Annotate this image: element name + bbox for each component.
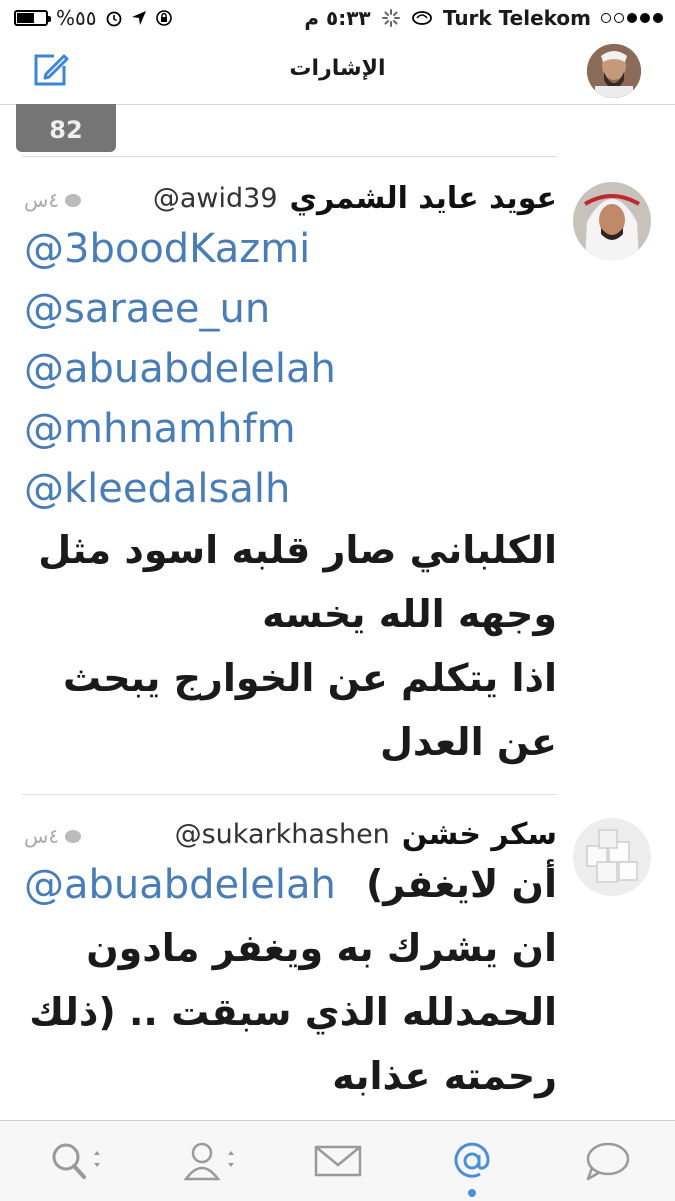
author-name[interactable]: عويد عايد الشمري	[290, 181, 557, 216]
nav-bar: الإشارات	[0, 36, 675, 105]
tweet-text-line: اذا يتكلم عن الخوارج يبحث	[63, 656, 557, 700]
status-bar: %٥٥ ٥:٣٣ م Turk Telekom	[0, 0, 675, 36]
tab-mentions[interactable]	[442, 1139, 502, 1197]
mention-link[interactable]: @mhnamhfm	[24, 406, 296, 452]
author-handle[interactable]: @sukarkhashen	[175, 819, 390, 850]
tweet-text-line: أن لايغفر)	[365, 862, 557, 906]
carrier-logo-icon	[411, 11, 432, 25]
tweet-time: ٤س	[24, 824, 60, 848]
avatar-image	[573, 182, 651, 260]
tweet-meta: ٤س	[24, 188, 82, 212]
avatar-image	[573, 818, 651, 896]
mention-link[interactable]: @3boodKazmi	[24, 226, 310, 272]
partial-media-tile[interactable]: 82	[16, 104, 116, 152]
tweet-text-line: الحمدلله الذي سبقت .. (ذلك	[29, 990, 557, 1034]
mention-link[interactable]: @saraee_un	[24, 286, 270, 332]
messages-icon	[314, 1145, 362, 1177]
mention-link[interactable]: @kleedalsalh	[24, 466, 290, 512]
tweet-text-line: ان يشرك به ويغفر مادون	[86, 926, 557, 970]
page-title: الإشارات	[289, 56, 386, 81]
author-name[interactable]: سكر خشن	[402, 817, 557, 852]
tweet-header: سكر خشن @sukarkhashen	[22, 814, 557, 854]
chat-icon	[586, 1142, 630, 1181]
tab-search[interactable]	[46, 1139, 106, 1183]
tweet-text-line: عن العدل	[379, 720, 557, 764]
mentions-icon	[454, 1142, 490, 1178]
active-tab-indicator	[468, 1189, 476, 1197]
partial-count: 82	[49, 116, 83, 144]
tweet-item[interactable]: عويد عايد الشمري @awid39 ٤س @3boodKazmi …	[0, 156, 675, 792]
author-handle[interactable]: @awid39	[153, 183, 278, 214]
carrier-name: Turk Telekom	[442, 6, 591, 30]
search-icon	[52, 1143, 100, 1179]
tab-bar	[0, 1120, 675, 1201]
tab-chat[interactable]	[576, 1139, 636, 1183]
tweet-text-line: وجهه الله يخسه	[262, 592, 557, 636]
status-right: Turk Telekom	[381, 6, 663, 30]
tweet-header: عويد عايد الشمري @awid39	[22, 178, 557, 218]
avatar-image	[587, 44, 641, 98]
avatar[interactable]	[573, 818, 651, 896]
mention-link[interactable]: @abuabdelelah	[24, 346, 336, 392]
tweet-item[interactable]: سكر خشن @sukarkhashen ٤س أن لايغفر) @abu…	[0, 796, 675, 1120]
account-avatar[interactable]	[587, 44, 641, 98]
tweet-time: ٤س	[24, 188, 60, 212]
mention-link[interactable]: @abuabdelelah	[24, 862, 336, 908]
avatar[interactable]	[573, 182, 651, 260]
signal-strength-icon	[601, 13, 663, 23]
tweet-text-line: رحمته عذابه	[332, 1054, 557, 1098]
tweet-text-line: الكلباني صار قلبه اسود مثل	[38, 528, 557, 572]
reply-indicator-icon	[65, 829, 82, 843]
tab-profile[interactable]	[178, 1139, 238, 1183]
profile-icon	[183, 1142, 234, 1181]
reply-indicator-icon	[65, 193, 82, 207]
tab-messages[interactable]	[308, 1139, 368, 1183]
loading-icon	[381, 9, 400, 27]
divider	[22, 794, 557, 795]
tweet-meta: ٤س	[24, 824, 82, 848]
